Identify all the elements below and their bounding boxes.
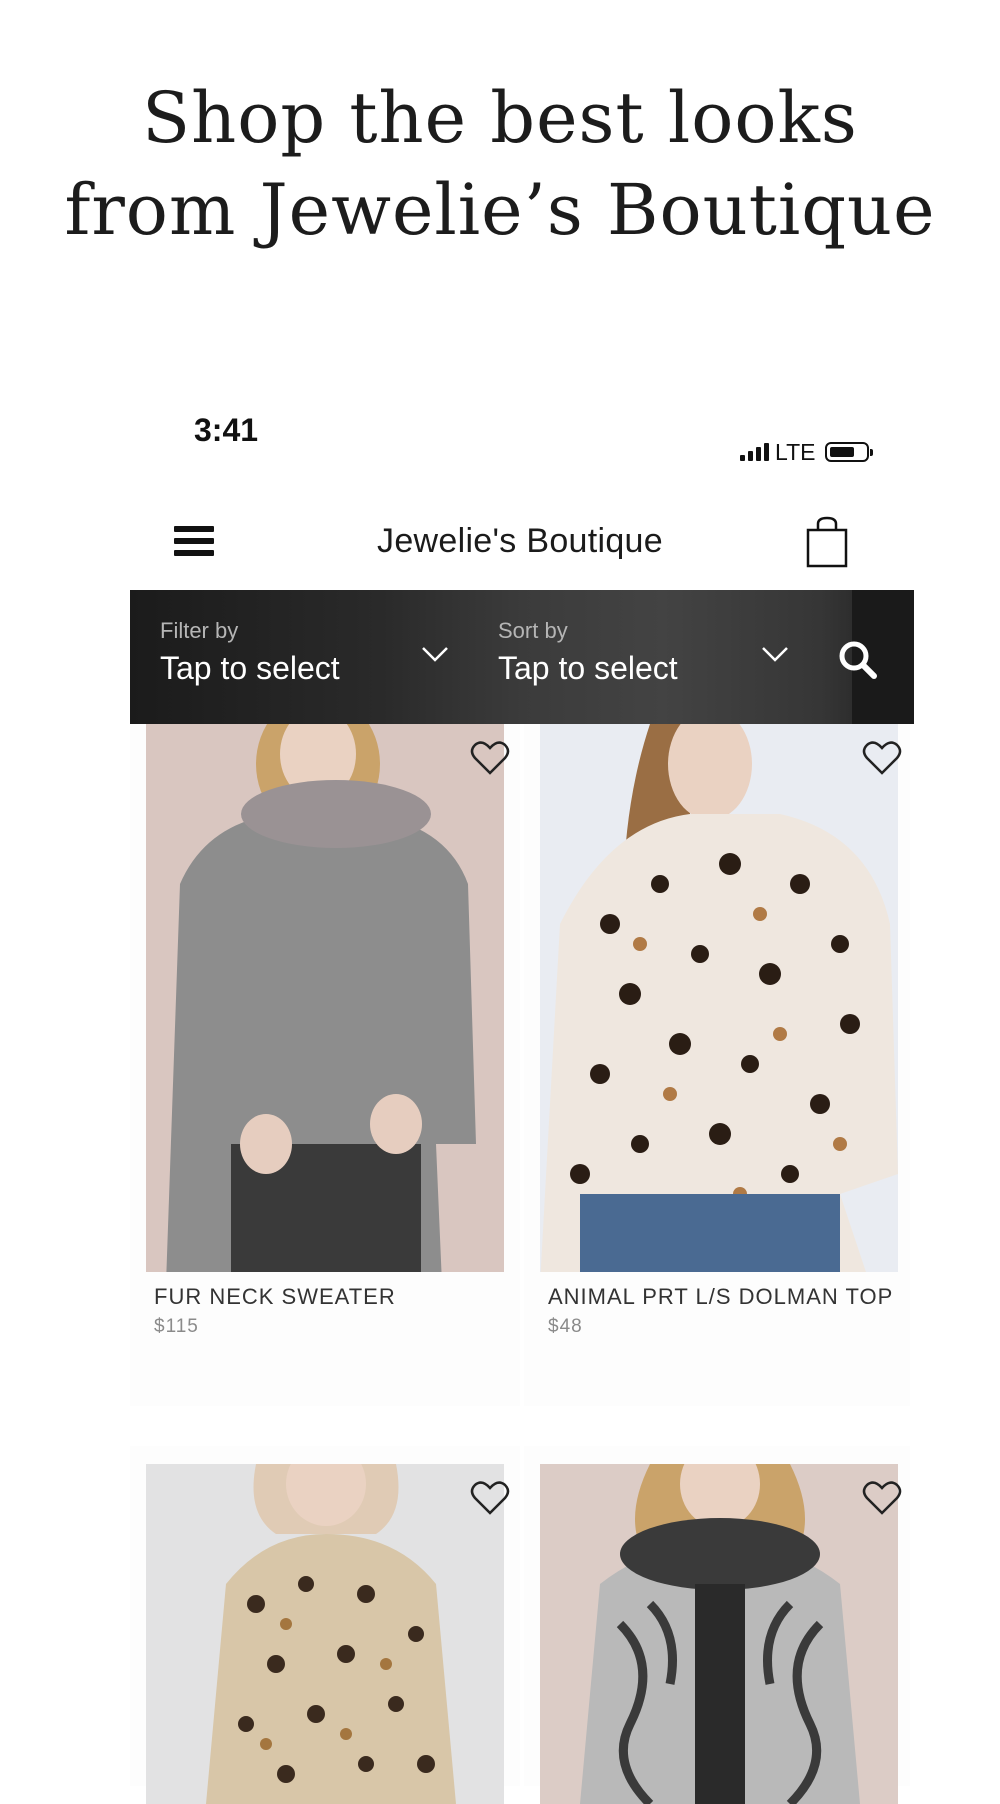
favorite-heart-icon[interactable]: [862, 740, 902, 776]
app-header: Jewelie's Boutique: [130, 500, 910, 586]
product-image[interactable]: [146, 724, 504, 1272]
product-price: $115: [154, 1316, 199, 1337]
filter-value: Tap to select: [160, 650, 340, 686]
status-time: 3:41: [194, 412, 259, 448]
favorite-heart-icon[interactable]: [862, 1480, 902, 1516]
product-image[interactable]: [540, 724, 898, 1272]
product-card[interactable]: [524, 1446, 910, 1804]
sort-value: Tap to select: [498, 650, 678, 686]
product-name: ANIMAL PRT L/S DOLMAN TOP: [548, 1284, 894, 1309]
promo-line-1: Shop the best looks: [142, 77, 858, 159]
filter-label: Filter by: [160, 618, 239, 643]
app-title: Jewelie's Boutique: [377, 522, 663, 560]
promo-headline: Shop the best looks from Jewelie’s Bouti…: [0, 72, 1000, 256]
filter-dropdown[interactable]: Filter by Tap to select: [160, 590, 470, 724]
product-card[interactable]: FUR NECK SWEATER $115: [130, 724, 520, 1406]
search-button[interactable]: [839, 590, 914, 724]
favorite-heart-icon[interactable]: [470, 1480, 510, 1516]
signal-icon: [740, 443, 769, 461]
product-name: FUR NECK SWEATER: [154, 1284, 396, 1309]
sort-chevron-down-icon: [762, 647, 788, 662]
product-image[interactable]: [540, 1464, 898, 1804]
product-card[interactable]: [130, 1446, 520, 1804]
shopping-bag-icon[interactable]: [806, 516, 848, 568]
product-price: $48: [548, 1316, 583, 1337]
promo-line-2: from Jewelie’s Boutique: [64, 169, 936, 251]
status-indicators: LTE: [740, 437, 874, 467]
sort-label: Sort by: [498, 618, 568, 643]
favorite-heart-icon[interactable]: [470, 740, 510, 776]
filter-sort-bar: Filter by Tap to select Sort by Tap to s…: [130, 590, 914, 724]
search-icon: [839, 641, 877, 679]
carrier-label: LTE: [775, 438, 816, 465]
battery-icon: [825, 442, 874, 462]
product-image[interactable]: [146, 1464, 504, 1804]
product-card[interactable]: ANIMAL PRT L/S DOLMAN TOP $48: [524, 724, 910, 1406]
sort-dropdown[interactable]: Sort by Tap to select: [498, 590, 808, 724]
filter-chevron-down-icon: [422, 647, 448, 662]
